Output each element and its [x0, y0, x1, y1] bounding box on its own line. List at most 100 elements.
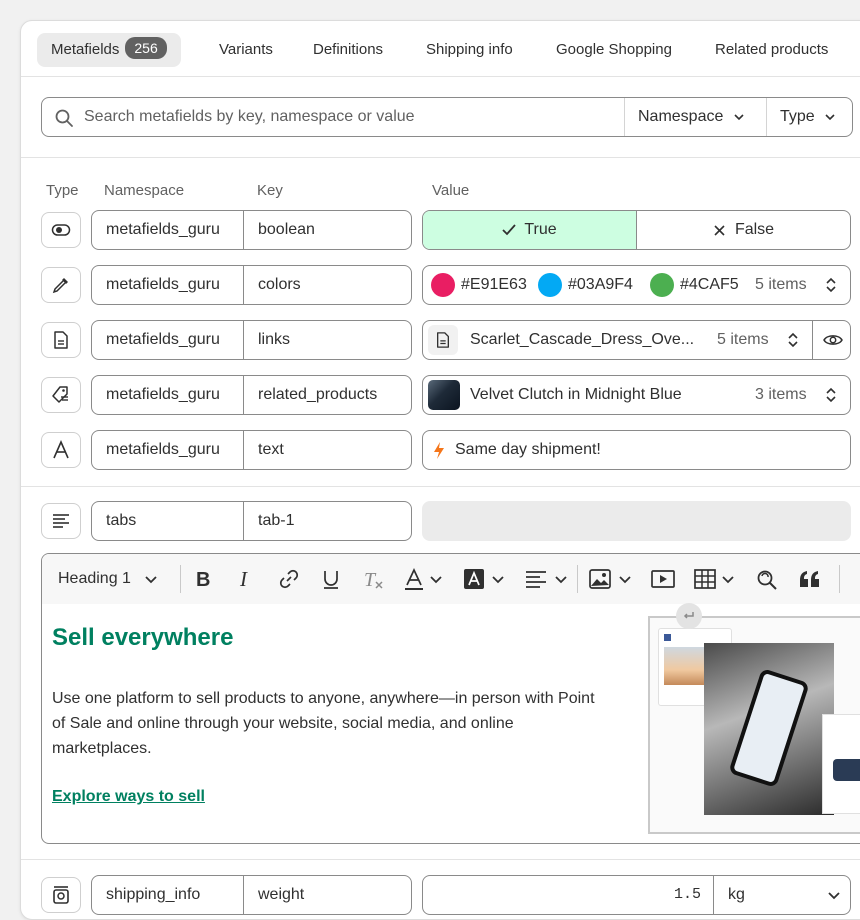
metafields-card: Metafields 256 Variants Definitions Shipp… — [20, 20, 860, 920]
enter-button[interactable] — [676, 603, 702, 629]
true-option[interactable]: True — [423, 211, 637, 249]
type-button-boolean[interactable] — [41, 212, 81, 248]
tab-definitions[interactable]: Definitions — [313, 33, 383, 67]
chevron-down-icon — [492, 576, 504, 584]
insert-image-button[interactable] — [589, 567, 631, 591]
chevron-down-icon — [828, 892, 840, 900]
links-value[interactable]: Scarlet_Cascade_Dress_Ove... 5 items — [422, 320, 851, 360]
key-input[interactable]: boolean — [244, 211, 315, 249]
color-swatch — [538, 273, 562, 297]
underline-button[interactable] — [321, 567, 341, 591]
type-filter-label: Type — [780, 108, 815, 125]
namespace-input[interactable]: metafields_guru — [92, 321, 244, 359]
namespace-input[interactable]: shipping_info — [92, 876, 244, 914]
type-button-text[interactable] — [41, 432, 81, 468]
search-result-card — [822, 714, 860, 814]
bold-icon: B — [196, 569, 210, 590]
svg-text:T: T — [364, 569, 377, 590]
find-replace-icon — [757, 570, 777, 590]
item-count: 5 items — [717, 331, 769, 348]
tab-google-shopping[interactable]: Google Shopping — [556, 33, 672, 67]
namespace-input[interactable]: metafields_guru — [92, 376, 244, 414]
key-input[interactable]: tab-1 — [244, 502, 294, 540]
false-label: False — [734, 221, 775, 238]
toggle-icon — [51, 224, 71, 236]
lightning-icon — [434, 442, 444, 459]
namespace-input[interactable]: metafields_guru — [92, 266, 244, 304]
header-value: Value — [432, 182, 470, 199]
file-name: Scarlet_Cascade_Dress_Ove... — [470, 331, 695, 348]
type-button-related-products[interactable] — [41, 377, 81, 413]
search-input[interactable] — [82, 104, 602, 130]
clear-format-button[interactable]: T — [362, 567, 386, 591]
phone-photo — [704, 643, 834, 815]
file-thumb — [428, 325, 458, 355]
color-label: #03A9F4 — [568, 276, 633, 293]
phone-screen — [728, 667, 810, 789]
chevron-down-icon — [734, 114, 744, 120]
chevron-down-icon — [430, 576, 442, 584]
tab-metafields[interactable]: Metafields 256 — [37, 33, 181, 67]
tab-shipping-info[interactable]: Shipping info — [426, 33, 513, 67]
find-replace-button[interactable] — [755, 567, 779, 591]
type-button-links[interactable] — [41, 322, 81, 358]
type-button-colors[interactable] — [41, 267, 81, 303]
weight-icon — [53, 886, 69, 904]
key-input[interactable]: weight — [244, 876, 304, 914]
type-filter[interactable]: Type — [766, 98, 854, 136]
content-image[interactable] — [648, 616, 860, 834]
namespace-input[interactable]: metafields_guru — [92, 211, 244, 249]
align-left-icon — [526, 571, 546, 588]
divider — [21, 157, 860, 158]
align-button[interactable] — [525, 567, 567, 591]
selector-icon — [788, 332, 798, 348]
shoe-photo — [833, 759, 860, 781]
content-link[interactable]: Explore ways to sell — [52, 788, 205, 806]
table-icon — [694, 569, 716, 589]
count-badge: 256 — [125, 37, 167, 59]
text-icon — [53, 440, 69, 459]
blockquote-button[interactable] — [799, 567, 821, 591]
namespace-key-field: shipping_info weight — [91, 875, 412, 915]
preview-button[interactable] — [812, 321, 850, 359]
colors-value[interactable]: #E91E63 #03A9F4 #4CAF5 5 items — [422, 265, 851, 305]
unit-select[interactable]: kg — [713, 876, 850, 914]
unit-label: kg — [728, 886, 745, 903]
key-input[interactable]: links — [244, 321, 290, 359]
underline-icon — [324, 571, 338, 589]
key-input[interactable]: text — [244, 431, 284, 469]
chevron-down-icon — [619, 576, 631, 584]
link-button[interactable] — [278, 567, 300, 591]
social-logo — [664, 634, 671, 641]
highlight-button[interactable] — [464, 567, 504, 591]
item-count: 5 items — [755, 276, 807, 293]
type-button-rich-text[interactable] — [41, 503, 81, 539]
text-value-label: Same day shipment! — [455, 441, 601, 458]
check-icon — [502, 224, 517, 236]
key-input[interactable]: colors — [244, 266, 301, 304]
tab-variants[interactable]: Variants — [219, 33, 273, 67]
namespace-input[interactable]: metafields_guru — [92, 431, 244, 469]
type-button-weight[interactable] — [41, 877, 81, 913]
tab-related-products[interactable]: Related products — [715, 33, 828, 67]
text-value[interactable]: Same day shipment! — [422, 430, 851, 470]
insert-table-button[interactable] — [694, 567, 734, 591]
false-option[interactable]: False — [637, 211, 850, 249]
quote-icon — [800, 571, 819, 587]
key-input[interactable]: related_products — [244, 376, 377, 414]
heading-select-label: Heading 1 — [58, 570, 131, 587]
related-products-value[interactable]: Velvet Clutch in Midnight Blue 3 items — [422, 375, 851, 415]
text-color-button[interactable] — [404, 567, 442, 591]
chevron-down-icon — [555, 576, 567, 584]
italic-button[interactable]: I — [237, 567, 255, 591]
namespace-filter[interactable]: Namespace — [624, 98, 766, 136]
namespace-input[interactable]: tabs — [92, 502, 244, 540]
bold-button[interactable]: B — [194, 567, 214, 591]
heading-select[interactable]: Heading 1 — [58, 567, 157, 591]
namespace-filter-label: Namespace — [638, 108, 724, 125]
weight-input[interactable]: 1.5 — [423, 876, 713, 914]
namespace-key-field: metafields_guru related_products — [91, 375, 412, 415]
insert-video-button[interactable] — [651, 567, 675, 591]
divider — [21, 486, 860, 487]
eyedropper-icon — [52, 278, 68, 294]
